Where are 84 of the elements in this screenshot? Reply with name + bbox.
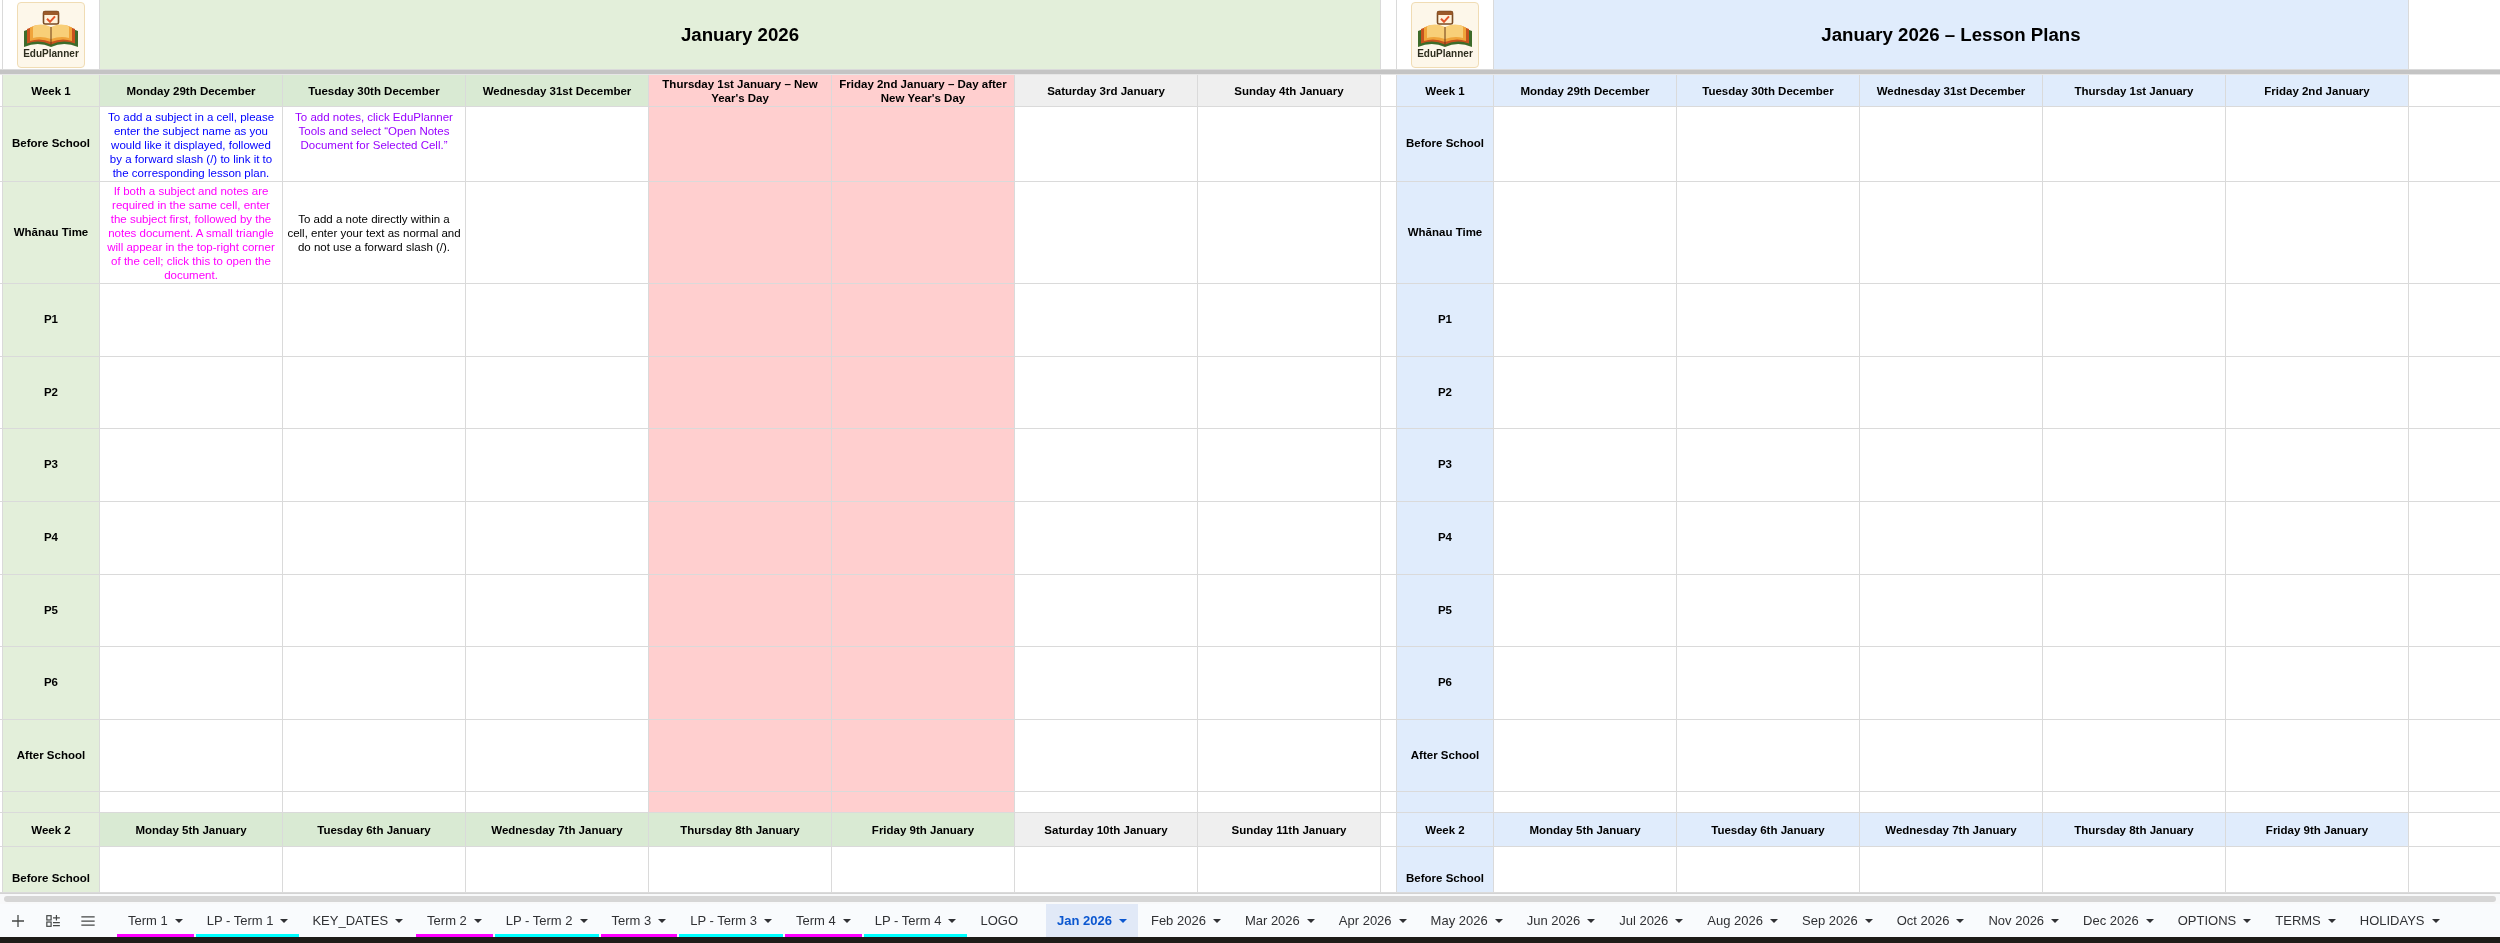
sheet-tab[interactable]: Oct 2026 — [1885, 904, 1976, 937]
day-header: Sunday 4th January — [1198, 75, 1380, 106]
row-label: P3 — [1397, 429, 1493, 501]
sheet-tab[interactable]: LP - Term 2 — [494, 904, 599, 937]
day-header: Thursday 8th January — [2043, 813, 2225, 846]
row-label: Whānau Time — [3, 182, 99, 283]
sheet-list-icon — [46, 914, 60, 927]
day-header: Tuesday 6th January — [283, 813, 465, 846]
day-header: Thursday 8th January — [649, 813, 831, 846]
day-header: Friday 2nd January – Day after New Year's Day — [832, 75, 1014, 106]
day-header: Thursday 1st January — [2043, 75, 2225, 106]
day-header: Sunday 11th January — [1198, 813, 1380, 846]
sheet-tab[interactable]: KEY_DATES — [301, 904, 415, 937]
logo-text: EduPlanner — [1417, 49, 1473, 59]
row-label: P3 — [3, 429, 99, 501]
row-label: Whānau Time — [1397, 182, 1493, 283]
day-header: Tuesday 6th January — [1677, 813, 1859, 846]
day-header: Friday 9th January — [2226, 813, 2408, 846]
row-label: P2 — [1397, 357, 1493, 428]
sheet-tab[interactable]: Mar 2026 — [1233, 904, 1326, 937]
row-label: After School — [1397, 720, 1493, 791]
sheet-tab[interactable]: Term 4 — [785, 904, 862, 937]
day-header: Monday 5th January — [100, 813, 282, 846]
row-label: P6 — [1397, 647, 1493, 719]
day-header: Wednesday 31st December — [1860, 75, 2042, 106]
horizontal-scrollbar[interactable] — [0, 893, 2500, 904]
sheet-tab[interactable]: LOGO — [969, 904, 1044, 937]
day-header: Friday 2nd January — [2226, 75, 2408, 106]
row-label: Before School — [1397, 107, 1493, 181]
day-header: Tuesday 30th December — [1677, 75, 1859, 106]
sheet-tab[interactable]: LP - Term 3 — [679, 904, 783, 937]
row-label: Before School — [3, 847, 99, 892]
week-label: Week 1 — [3, 75, 99, 106]
day-header: Saturday 10th January — [1015, 813, 1197, 846]
row-label: P1 — [1397, 284, 1493, 356]
sheet-title: January 2026 — [100, 0, 1380, 69]
row-label: Before School — [1397, 847, 1493, 892]
day-header: Wednesday 7th January — [1860, 813, 2042, 846]
sheet-title: January 2026 – Lesson Plans — [1494, 0, 2408, 69]
scrollbar-thumb[interactable] — [4, 896, 2496, 902]
sheet-tab[interactable]: OPTIONS — [2166, 904, 2263, 937]
row-label: P4 — [1397, 502, 1493, 574]
sheet-tab[interactable]: LP - Term 4 — [863, 904, 968, 937]
sheet-tab[interactable]: Jul 2026 — [1608, 904, 1695, 937]
row-label: P4 — [3, 502, 99, 574]
sheet-tab[interactable]: Feb 2026 — [1139, 904, 1232, 937]
day-header: Wednesday 31st December — [466, 75, 648, 106]
day-header: Monday 5th January — [1494, 813, 1676, 846]
row-label: P5 — [1397, 575, 1493, 646]
logo-text: EduPlanner — [23, 49, 79, 59]
plus-icon — [12, 914, 24, 927]
day-header: Monday 29th December — [100, 75, 282, 106]
week-label: Week 2 — [3, 813, 99, 846]
row-label: After School — [3, 720, 99, 791]
sheet-tab[interactable]: TERMS — [2264, 904, 2347, 937]
sheet-tab[interactable]: Term 1 — [117, 904, 194, 937]
sheet-tab[interactable]: May 2026 — [1419, 904, 1514, 937]
day-header: Tuesday 30th December — [283, 75, 465, 106]
row-label: P2 — [3, 357, 99, 428]
row-label: P6 — [3, 647, 99, 719]
sheet-tab[interactable]: Term 3 — [600, 904, 678, 937]
sheet-tab[interactable]: Jun 2026 — [1515, 904, 1607, 937]
book-and-calendar-icon — [23, 10, 79, 48]
sheet-tab[interactable]: Apr 2026 — [1327, 904, 1418, 937]
week-label: Week 1 — [1397, 75, 1493, 106]
sheet-tab[interactable]: Nov 2026 — [1977, 904, 2071, 937]
week-label: Week 2 — [1397, 813, 1493, 846]
sheet-tab[interactable]: HOLIDAYS — [2348, 904, 2451, 937]
sheet-tab[interactable]: Term 2 — [416, 904, 493, 937]
row-label: Before School — [3, 107, 99, 181]
day-header: Wednesday 7th January — [466, 813, 648, 846]
day-header: Thursday 1st January – New Year's Day — [649, 75, 831, 106]
row-label: P1 — [3, 284, 99, 356]
sheet-tab[interactable]: Jan 2026 — [1046, 904, 1138, 937]
menu-icon — [81, 915, 95, 926]
day-header: Monday 29th December — [1494, 75, 1676, 106]
day-header: Friday 9th January — [832, 813, 1014, 846]
sheet-tab[interactable]: Aug 2026 — [1696, 904, 1789, 937]
sheet-tab[interactable]: Sep 2026 — [1791, 904, 1884, 937]
row-label: P5 — [3, 575, 99, 646]
book-and-calendar-icon — [1417, 10, 1473, 48]
sheet-tab[interactable]: Dec 2026 — [2072, 904, 2165, 937]
sheet-tab[interactable]: LP - Term 1 — [195, 904, 300, 937]
day-header: Saturday 3rd January — [1015, 75, 1197, 106]
